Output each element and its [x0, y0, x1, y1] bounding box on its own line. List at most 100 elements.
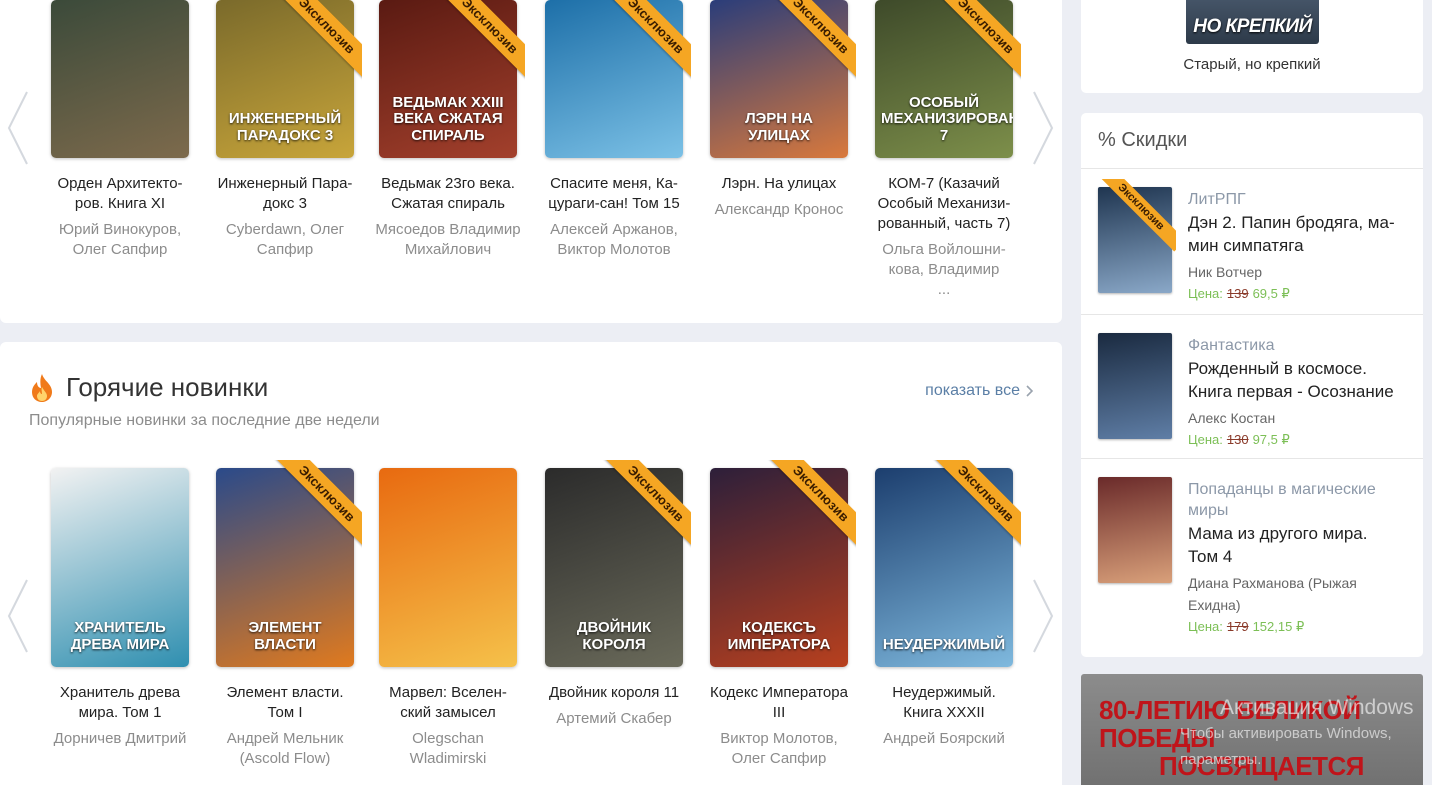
book-author[interactable]: Артемий Скабер: [534, 709, 694, 729]
cover-image[interactable]: ОСОБЫЙ МЕХАНИЗИРОВАННЫЙ 7: [875, 0, 1013, 158]
book-card[interactable]: Орден Архитекто-ров. Книга XI Юрий Виноку…: [40, 0, 200, 260]
book-author-line[interactable]: Сапфир: [211, 240, 359, 260]
discount-book-cover[interactable]: [1098, 187, 1172, 293]
discount-title-line[interactable]: Рожденный в космосе.: [1188, 357, 1411, 380]
discount-item[interactable]: Эксклюзив ЛитРПГ Дэн 2. Папин бродяга, ма-…: [1081, 169, 1423, 315]
book-title[interactable]: КОМ-7 (Казачий Особый Механизи-рованный, …: [864, 174, 1024, 234]
discount-title-line[interactable]: Книга первая - Осознание: [1188, 380, 1411, 403]
discount-item[interactable]: Фантастика Рожденный в космосе. Книга перв…: [1081, 315, 1423, 459]
book-title-line[interactable]: Орден Архитекто-: [44, 174, 196, 194]
book-author-line[interactable]: Андрей Мельник: [211, 729, 359, 749]
book-cover[interactable]: ДВОЙНИК КОРОЛЯ Эксклюзив: [545, 460, 691, 667]
cover-image[interactable]: [51, 0, 189, 158]
book-author-line[interactable]: (Ascold Flow): [211, 749, 359, 769]
discount-book-author[interactable]: Диана Рахманова (Рыжая Ехидна): [1188, 572, 1411, 616]
cover-image[interactable]: ХРАНИТЕЛЬ ДРЕВА МИРА: [51, 468, 189, 667]
book-title-line[interactable]: Инженерный Пара-: [209, 174, 361, 194]
book-cover[interactable]: ЛЭРН НА УЛИЦАХ Эксклюзив: [710, 0, 856, 158]
discount-genre-link[interactable]: Фантастика: [1188, 335, 1411, 356]
discount-book-title[interactable]: Мама из другого мира. Том 4: [1188, 522, 1411, 568]
book-title[interactable]: Элемент власти. Том I: [205, 683, 365, 723]
book-title[interactable]: Спасите меня, Ка-цураги-сан! Том 15: [534, 174, 694, 214]
discount-book-cover[interactable]: [1098, 333, 1172, 439]
book-card[interactable]: Марвел: Вселен-ский замысел Olegschan Wlad…: [368, 468, 528, 769]
book-author-line[interactable]: Olegschan: [374, 729, 522, 749]
book-title-line[interactable]: Кодекс Императора: [703, 683, 855, 703]
book-cover[interactable]: ВЕДЬМАК XXIII ВЕКА СЖАТАЯ СПИРАЛЬ Эксклюз…: [379, 0, 525, 158]
book-author-line[interactable]: Андрей Боярский: [870, 729, 1018, 749]
book-author[interactable]: Александр Кронос: [699, 200, 859, 220]
book-card[interactable]: КОДЕКСЪ ИМПЕРАТОРА Эксклюзив Кодекс Импера…: [699, 460, 859, 769]
cover-image[interactable]: [545, 0, 683, 158]
carousel-prev-button[interactable]: [5, 88, 31, 168]
cover-image[interactable]: ДВОЙНИК КОРОЛЯ: [545, 468, 683, 667]
book-title-line[interactable]: докс 3: [209, 194, 361, 214]
discount-book-author[interactable]: Ник Вотчер: [1188, 261, 1411, 283]
book-title-line[interactable]: Особый Механизи-: [868, 194, 1020, 214]
book-author-line[interactable]: Мясоедов Владимир: [374, 220, 522, 240]
book-title-line[interactable]: ров. Книга XI: [44, 194, 196, 214]
book-cover[interactable]: ХРАНИТЕЛЬ ДРЕВА МИРА: [51, 468, 189, 667]
book-title-line[interactable]: КОМ-7 (Казачий: [868, 174, 1020, 194]
carousel-prev-button[interactable]: [5, 576, 31, 656]
book-card[interactable]: ИНЖЕНЕРНЫЙ ПАРАДОКС 3 Эксклюзив Инженерный…: [205, 0, 365, 260]
book-title-line[interactable]: Элемент власти.: [209, 683, 361, 703]
book-author[interactable]: Андрей Боярский: [864, 729, 1024, 749]
book-card[interactable]: ОСОБЫЙ МЕХАНИЗИРОВАННЫЙ 7Эксклюзив КОМ-7 …: [864, 0, 1024, 300]
book-author-line[interactable]: Михайлович: [374, 240, 522, 260]
discount-author-line[interactable]: Ехидна): [1188, 594, 1411, 616]
book-cover[interactable]: Эксклюзив: [545, 0, 691, 158]
book-author[interactable]: Ольга Войлошни-кова, Владимир...: [864, 240, 1024, 300]
book-author[interactable]: Мясоедов Владимир Михайлович: [368, 220, 528, 260]
book-author-line[interactable]: Дорничев Дмитрий: [46, 729, 194, 749]
featured-book-cover[interactable]: НО КРЕПКИЙ: [1186, 0, 1319, 44]
cover-image[interactable]: НЕУДЕРЖИМЫЙ: [875, 468, 1013, 667]
discount-book-title[interactable]: Рожденный в космосе. Книга первая - Осозн…: [1188, 357, 1411, 403]
discount-title-line[interactable]: Том 4: [1188, 545, 1411, 568]
book-author[interactable]: Виктор Молотов, Олег Сапфир: [699, 729, 859, 769]
book-title-line[interactable]: ский замысел: [372, 703, 524, 723]
book-title[interactable]: Ведьмак 23го века. Сжатая спираль: [368, 174, 528, 214]
book-cover[interactable]: ОСОБЫЙ МЕХАНИЗИРОВАННЫЙ 7Эксклюзив: [875, 0, 1021, 158]
book-title-line[interactable]: Двойник короля 11: [538, 683, 690, 703]
book-title[interactable]: Хранитель древа мира. Том 1: [40, 683, 200, 723]
book-card[interactable]: ВЕДЬМАК XXIII ВЕКА СЖАТАЯ СПИРАЛЬ Эксклюз…: [368, 0, 528, 260]
book-title-line[interactable]: Книга XXXII: [868, 703, 1020, 723]
discount-book-title[interactable]: Дэн 2. Папин бродяга, ма-мин симпатяга: [1188, 211, 1411, 257]
book-author-line[interactable]: Олег Сапфир: [46, 240, 194, 260]
carousel-next-button[interactable]: [1030, 88, 1056, 168]
book-cover[interactable]: [379, 468, 517, 667]
book-card[interactable]: ЭЛЕМЕНТ ВЛАСТИ Эксклюзив Элемент власти. То…: [205, 460, 365, 769]
book-title[interactable]: Двойник короля 11: [534, 683, 694, 703]
book-cover[interactable]: НЕУДЕРЖИМЫЙ Эксклюзив: [875, 460, 1021, 667]
book-title[interactable]: Орден Архитекто-ров. Книга XI: [40, 174, 200, 214]
discount-item[interactable]: Попаданцы в магические миры Мама из друго…: [1081, 459, 1423, 656]
book-title-line[interactable]: цураги-сан! Том 15: [538, 194, 690, 214]
book-author[interactable]: Cyberdawn, Олег Сапфир: [205, 220, 365, 260]
discount-book-cover[interactable]: [1098, 477, 1172, 583]
book-title-line[interactable]: Ведьмак 23го века.: [372, 174, 524, 194]
book-title-line[interactable]: рованный, часть 7): [868, 214, 1020, 234]
book-author[interactable]: Дорничев Дмитрий: [40, 729, 200, 749]
book-author[interactable]: Olegschan Wladimirski: [368, 729, 528, 769]
book-cover[interactable]: [51, 0, 189, 158]
show-all-label[interactable]: показать все: [925, 382, 1020, 400]
victory-banner[interactable]: 80-ЛЕТИЮ ВЕЛИКОЙ ПОБЕДЫ ПОСВЯЩАЕТСЯ: [1081, 674, 1423, 785]
book-card[interactable]: ЛЭРН НА УЛИЦАХ Эксклюзив Лэрн. На улицах Ал…: [699, 0, 859, 220]
book-author[interactable]: Алексей Аржанов, Виктор Молотов: [534, 220, 694, 260]
book-title-line[interactable]: III: [703, 703, 855, 723]
book-title[interactable]: Инженерный Пара-докс 3: [205, 174, 365, 214]
book-author-line[interactable]: Алексей Аржанов,: [540, 220, 688, 240]
discount-book-author[interactable]: Алекс Костан: [1188, 407, 1411, 429]
book-author-line[interactable]: ...: [870, 280, 1018, 300]
book-author[interactable]: Юрий Винокуров, Олег Сапфир: [40, 220, 200, 260]
book-card[interactable]: НЕУДЕРЖИМЫЙ Эксклюзив Неудержимый. Книга XX…: [864, 460, 1024, 749]
cover-image[interactable]: [379, 468, 517, 667]
book-author-line[interactable]: Юрий Винокуров,: [46, 220, 194, 240]
book-title-line[interactable]: Неудержимый.: [868, 683, 1020, 703]
book-card[interactable]: Эксклюзив Спасите меня, Ка-цураги-сан! То…: [534, 0, 694, 260]
book-cover[interactable]: ИНЖЕНЕРНЫЙ ПАРАДОКС 3 Эксклюзив: [216, 0, 362, 158]
cover-image[interactable]: ИНЖЕНЕРНЫЙ ПАРАДОКС 3: [216, 0, 354, 158]
book-card[interactable]: ДВОЙНИК КОРОЛЯ Эксклюзив Двойник короля 11…: [534, 460, 694, 729]
book-title[interactable]: Марвел: Вселен-ский замысел: [368, 683, 528, 723]
